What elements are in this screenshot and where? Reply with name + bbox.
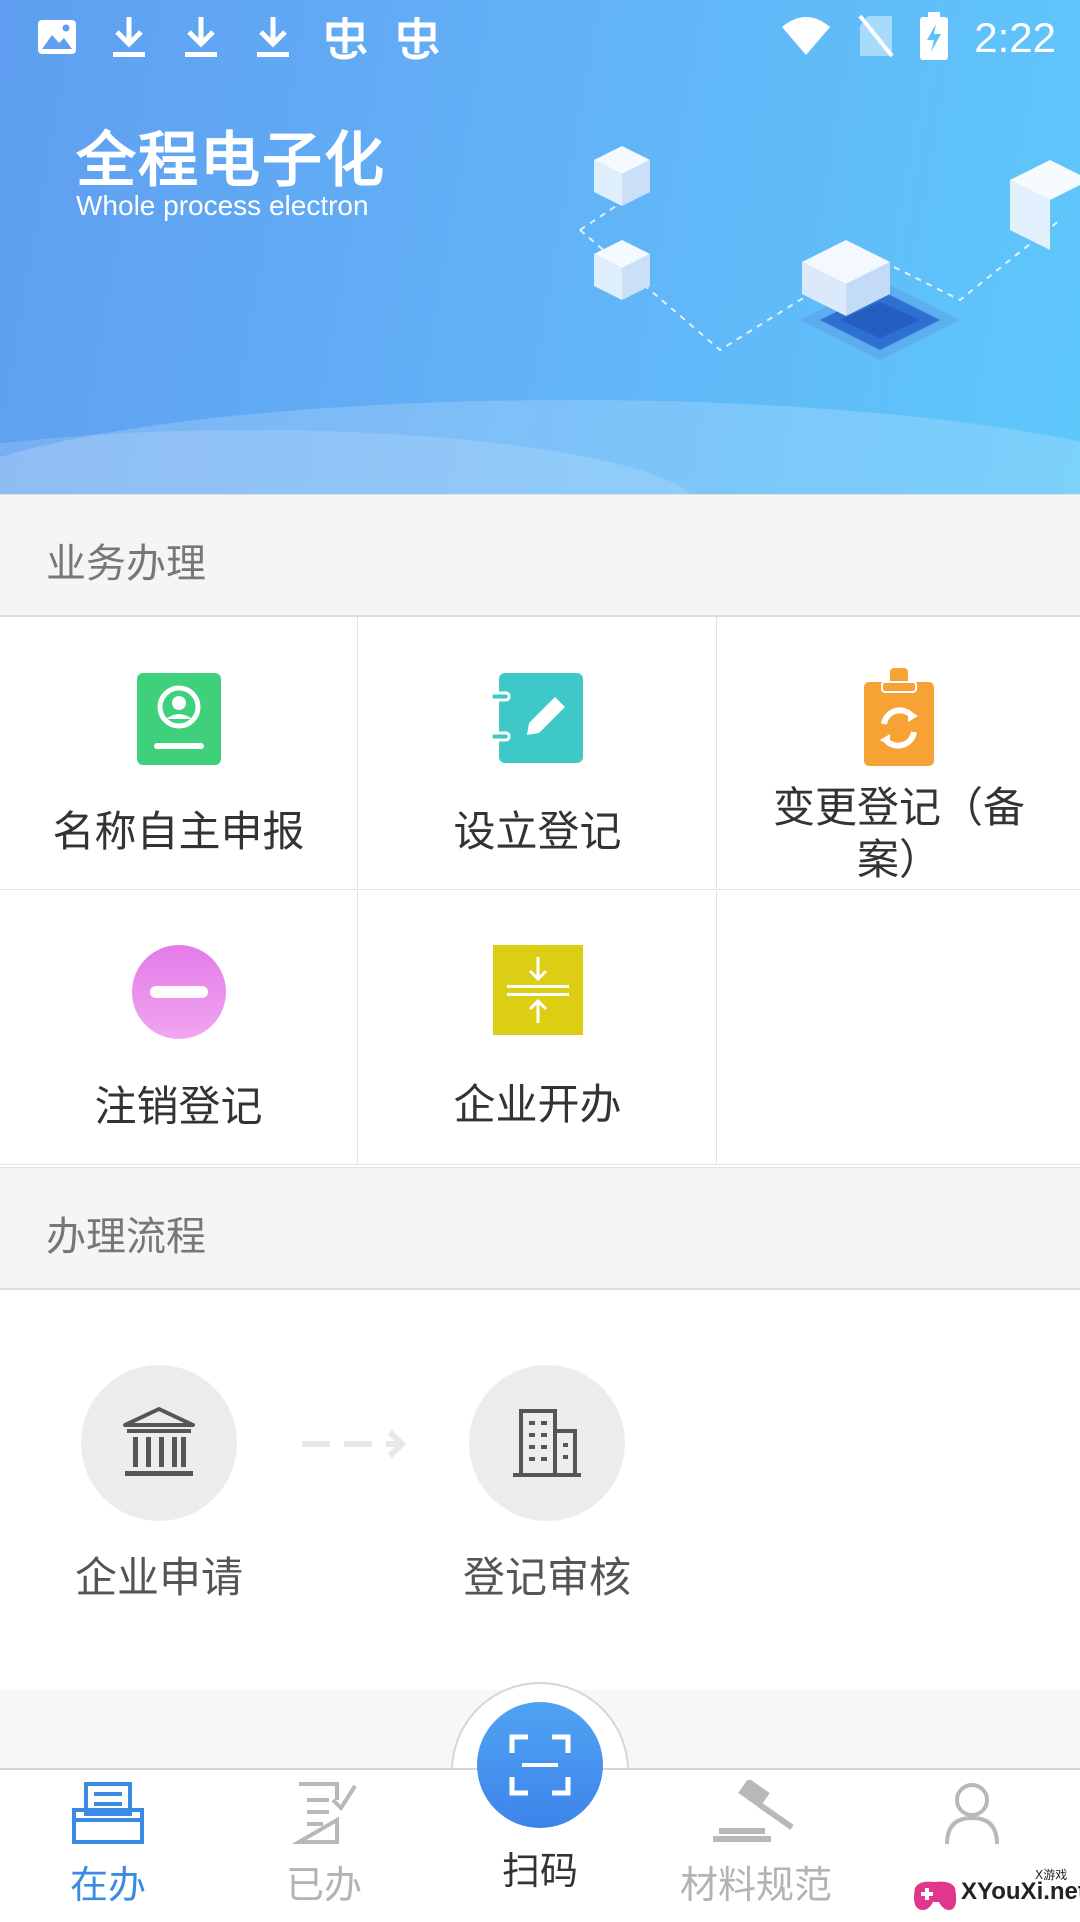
business-item-enterprise-start[interactable]: 企业开办 xyxy=(359,891,717,1165)
section-title: 业务办理 xyxy=(46,541,206,587)
app-notification-icon xyxy=(320,12,370,62)
download-icon xyxy=(248,12,298,62)
no-sim-icon xyxy=(858,14,894,62)
gavel-icon xyxy=(713,1778,794,1842)
business-item-establish[interactable]: 设立登记 xyxy=(359,616,717,890)
business-item-label: 企业开办 xyxy=(453,1080,622,1129)
header-banner: 2:22 全程电子化 Whole process electron xyxy=(0,0,1080,494)
clipboard-refresh-icon xyxy=(852,668,946,766)
scan-label: 扫码 xyxy=(501,1849,578,1893)
business-item-label: 设立登记 xyxy=(453,807,622,856)
nav-item-done[interactable]: 已办 xyxy=(244,1780,404,1909)
download-icon xyxy=(176,12,226,62)
process-step-label: 登记审核 xyxy=(462,1553,631,1602)
business-item-empty xyxy=(718,891,1080,1165)
dashed-arrow-icon xyxy=(302,1429,406,1459)
watermark-small-text: X游戏 xyxy=(1035,1868,1068,1882)
banner-title: 全程电子化 xyxy=(76,126,386,196)
scan-icon xyxy=(509,1734,571,1796)
app-notification-icon xyxy=(392,12,442,62)
nav-item-profile[interactable] xyxy=(892,1780,1052,1854)
gamepad-logo-icon xyxy=(914,1881,957,1910)
image-notification-icon xyxy=(32,12,82,62)
business-grid: 名称自主申报 设立登记 变更登记（备案） 注销登记 企业开办 xyxy=(0,616,1080,1166)
nav-label: 已办 xyxy=(285,1863,362,1907)
process-step-apply xyxy=(81,1365,237,1521)
process-step-label: 企业申请 xyxy=(74,1553,243,1602)
compress-icon xyxy=(491,943,585,1037)
checked-doc-icon xyxy=(291,1782,357,1844)
status-clock: 2:22 xyxy=(974,14,1056,61)
section-title: 办理流程 xyxy=(46,1214,206,1260)
business-item-change[interactable]: 变更登记（备案） xyxy=(718,616,1080,890)
scan-button[interactable] xyxy=(477,1702,603,1828)
business-item-label: 变更登记（备案） xyxy=(772,783,1025,884)
process-section-header: 办理流程 xyxy=(0,1167,1080,1290)
business-section-header: 业务办理 xyxy=(0,494,1080,617)
wifi-icon xyxy=(780,15,832,61)
banner-cubes-illustration xyxy=(579,146,1080,360)
user-icon xyxy=(945,1783,999,1845)
bank-building-icon xyxy=(123,1407,195,1476)
minus-circle-icon xyxy=(131,945,226,1039)
banner-subtitle: Whole process electron xyxy=(76,190,369,221)
status-bar: 2:22 xyxy=(0,0,1080,76)
business-item-label: 名称自主申报 xyxy=(52,807,305,856)
download-icon xyxy=(104,12,154,62)
nav-label: 材料规范 xyxy=(679,1863,832,1907)
business-item-name-declaration[interactable]: 名称自主申报 xyxy=(0,616,358,890)
business-item-cancellation[interactable]: 注销登记 xyxy=(0,891,358,1165)
id-card-icon xyxy=(132,671,226,765)
nav-label: 在办 xyxy=(69,1863,146,1907)
site-watermark: XYouXi.net X游戏 xyxy=(905,1866,1080,1920)
notepad-pen-icon xyxy=(489,671,585,765)
business-item-label: 注销登记 xyxy=(94,1082,263,1131)
battery-charging-icon xyxy=(920,12,949,64)
inbox-tray-icon xyxy=(72,1782,144,1844)
nav-item-in-progress[interactable]: 在办 xyxy=(28,1780,188,1909)
process-step-review xyxy=(469,1365,625,1521)
office-building-icon xyxy=(513,1409,581,1477)
nav-item-material-spec[interactable]: 材料规范 xyxy=(676,1778,836,1909)
